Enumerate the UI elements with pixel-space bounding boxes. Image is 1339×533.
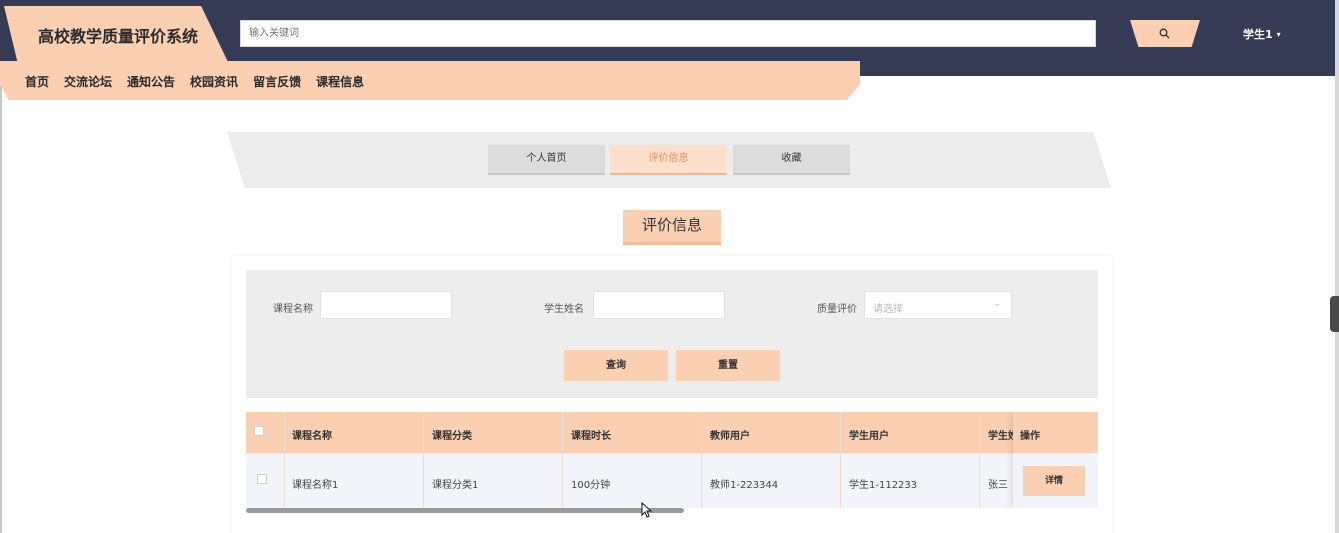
user-menu[interactable]: 学生1 ▾: [1243, 26, 1281, 42]
filter-area: [246, 270, 1098, 398]
side-handle[interactable]: [1330, 296, 1339, 332]
column-divider: [562, 412, 563, 508]
course-name-input[interactable]: [320, 291, 452, 319]
col-course-category: 课程分类: [432, 431, 472, 442]
search-query-button[interactable]: 查询: [564, 350, 668, 381]
section-title: 评价信息: [623, 210, 721, 242]
nav-item-notices[interactable]: 通知公告: [127, 73, 175, 90]
mouse-cursor-icon: [641, 502, 652, 518]
col-course-name: 课程名称: [292, 431, 332, 442]
table-horizontal-scrollbar[interactable]: [246, 508, 684, 513]
nav-item-forum[interactable]: 交流论坛: [64, 73, 112, 90]
cell-teacher-user: 教师1-223344: [710, 480, 779, 491]
operation-column: 操作 详情: [1013, 412, 1098, 508]
cell-student-name: 张三: [988, 480, 1008, 491]
nav-item-campus-news[interactable]: 校园资讯: [190, 73, 238, 90]
search-button[interactable]: [1130, 20, 1200, 47]
col-student-user: 学生用户: [849, 431, 889, 442]
row-checkbox[interactable]: [257, 474, 267, 484]
table-header: 课程名称 课程分类 课程时长 教师用户 学生用户 学生姓: [246, 412, 1098, 453]
column-divider: [840, 412, 841, 508]
quality-select[interactable]: 请选择 ⌄: [864, 291, 1012, 319]
column-divider: [284, 412, 285, 508]
evaluation-table: 课程名称 课程分类 课程时长 教师用户 学生用户 学生姓 课程名称1 课程分类1…: [246, 412, 1098, 508]
course-name-label: 课程名称: [273, 304, 313, 315]
column-divider: [701, 412, 702, 508]
tab-favorites[interactable]: 收藏: [733, 145, 850, 175]
operation-cell: 详情: [1013, 453, 1098, 508]
cell-course-name: 课程名称1: [292, 480, 339, 491]
chevron-down-icon: ⌄: [993, 299, 1001, 309]
student-name-label: 学生姓名: [544, 304, 584, 315]
brand-block: 高校教学质量评价系统: [4, 6, 228, 62]
operation-header-label: 操作: [1020, 431, 1040, 442]
tab-evaluation-info[interactable]: 评价信息: [610, 145, 727, 175]
cell-course-category: 课程分类1: [432, 480, 479, 491]
window-right-edge: [1335, 0, 1339, 533]
operation-header: 操作: [1013, 412, 1098, 453]
main-nav: 首页 交流论坛 通知公告 校园资讯 留言反馈 课程信息: [0, 61, 860, 100]
cell-course-duration: 100分钟: [571, 480, 611, 491]
column-divider: [979, 412, 980, 508]
nav-item-home[interactable]: 首页: [25, 73, 49, 90]
col-course-duration: 课程时长: [571, 431, 611, 442]
nav-item-feedback[interactable]: 留言反馈: [253, 73, 301, 90]
table-row[interactable]: 课程名称1 课程分类1 100分钟 教师1-223344 学生1-112233 …: [246, 453, 1098, 508]
search-icon: [1159, 28, 1170, 39]
nav-item-courses[interactable]: 课程信息: [316, 73, 364, 90]
quality-select-placeholder: 请选择: [873, 304, 903, 315]
tab-personal-home[interactable]: 个人首页: [488, 145, 605, 175]
app-title: 高校教学质量评价系统: [38, 27, 199, 46]
reset-button[interactable]: 重置: [676, 350, 780, 381]
col-teacher-user: 教师用户: [710, 431, 750, 442]
user-label: 学生1: [1243, 28, 1273, 41]
select-all-checkbox[interactable]: [254, 426, 264, 436]
search-input[interactable]: [240, 20, 1096, 47]
column-divider: [423, 412, 424, 508]
section-title-underline: [623, 242, 721, 245]
cell-student-user: 学生1-112233: [849, 480, 918, 491]
student-name-input[interactable]: [593, 291, 725, 319]
quality-label: 质量评价: [817, 304, 857, 315]
detail-button[interactable]: 详情: [1023, 466, 1085, 496]
caret-down-icon: ▾: [1276, 30, 1281, 39]
